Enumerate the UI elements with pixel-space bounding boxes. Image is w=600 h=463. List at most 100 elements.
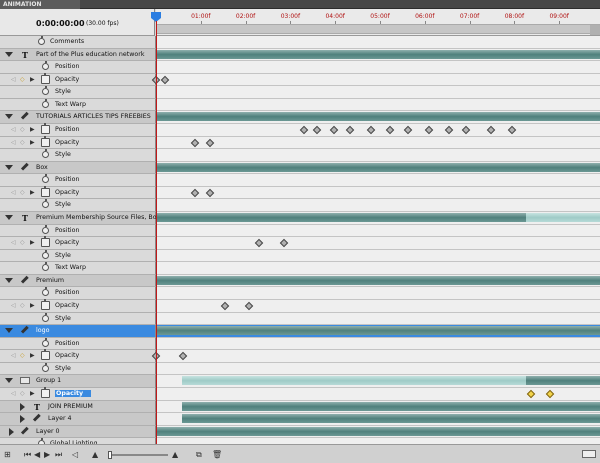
layer-duration-bar[interactable] [182, 414, 600, 424]
layer-duration-bar[interactable] [156, 162, 600, 172]
timeline-track[interactable] [156, 400, 600, 414]
keyframe[interactable] [386, 125, 395, 135]
group-duration-bar[interactable] [526, 376, 600, 386]
stopwatch-icon[interactable] [41, 122, 50, 134]
stopwatch-icon[interactable] [41, 185, 50, 197]
audio-icon[interactable]: ◁ [72, 450, 78, 459]
stopwatch-icon[interactable] [42, 224, 49, 234]
timeline-track[interactable] [156, 174, 600, 187]
keyframe[interactable] [507, 125, 517, 135]
timeline-track[interactable] [156, 199, 600, 212]
timeline-track[interactable] [156, 111, 600, 124]
property-row[interactable]: Position [0, 224, 156, 238]
stopwatch-icon[interactable] [42, 337, 49, 347]
property-row[interactable]: ◁ ◇ ▶ Opacity [0, 298, 156, 313]
layer-row[interactable]: Layer 4 [0, 413, 156, 426]
property-row[interactable]: Style [0, 149, 156, 162]
timeline-track[interactable] [156, 337, 600, 351]
collapsed-triangle-icon[interactable] [20, 402, 25, 411]
next-keyframe-icon[interactable]: ▶ [30, 139, 35, 146]
property-row[interactable]: Position [0, 61, 156, 74]
keyframe[interactable] [254, 238, 264, 248]
keyframe[interactable] [244, 301, 253, 311]
layer-row[interactable]: Box [0, 161, 156, 175]
keyframe[interactable] [462, 125, 471, 135]
property-row[interactable]: Text Warp [0, 98, 156, 112]
property-row[interactable]: ◁ ◇ ▶ Position [0, 122, 156, 137]
timeline-track[interactable] [151, 350, 600, 363]
timeline-track[interactable] [156, 312, 600, 326]
add-keyframe-icon[interactable]: ◇ [20, 139, 25, 146]
stopwatch-icon[interactable] [42, 149, 49, 159]
timeline-track[interactable] [156, 287, 600, 300]
property-row[interactable]: ◁ ◇ ▶ Opacity [0, 72, 156, 87]
timeline-track[interactable] [156, 86, 600, 99]
layer-duration-bar[interactable] [526, 212, 600, 222]
stopwatch-icon[interactable] [41, 386, 50, 398]
keyframe[interactable] [313, 125, 322, 135]
property-row[interactable]: Text Warp [0, 262, 156, 275]
stopwatch-icon[interactable] [42, 199, 49, 209]
timeline-track[interactable] [156, 387, 600, 401]
stopwatch-icon[interactable] [41, 349, 50, 361]
collapsed-triangle-icon[interactable] [9, 427, 14, 436]
add-keyframe-icon[interactable]: ◇ [20, 239, 25, 246]
timeline-track[interactable] [156, 299, 600, 313]
keyframe[interactable] [178, 352, 188, 361]
previous-keyframe-icon[interactable]: ◁ [11, 126, 16, 133]
keyframe[interactable] [205, 138, 214, 147]
previous-keyframe-icon[interactable]: ◁ [11, 239, 16, 246]
next-keyframe-icon[interactable]: ▶ [30, 76, 35, 83]
zoom-slider-knob[interactable] [108, 451, 112, 459]
add-keyframe-icon[interactable]: ◇ [20, 390, 25, 397]
timeline-track[interactable] [156, 325, 600, 338]
stopwatch-icon[interactable] [41, 298, 50, 310]
timeline-track[interactable] [156, 413, 600, 426]
property-row[interactable]: Position [0, 174, 156, 187]
property-row[interactable]: ◁ ◇ ▶ Opacity [0, 135, 156, 150]
property-row[interactable]: Style [0, 362, 156, 376]
keyframe[interactable] [444, 125, 453, 135]
tab-animation-timeline[interactable]: ANIMATION (TIMELINE) [0, 0, 80, 17]
next-keyframe-icon[interactable]: ▶ [30, 189, 35, 196]
previous-keyframe-icon[interactable]: ◁ [11, 76, 16, 83]
layer-row[interactable]: T JOIN PREMIUM [0, 400, 156, 414]
timeline-track[interactable] [156, 274, 600, 288]
first-frame-icon[interactable]: ⏮ [24, 450, 31, 460]
timeline-track[interactable] [156, 224, 600, 238]
timeline-track[interactable] [156, 149, 600, 162]
timeline-track[interactable] [156, 262, 600, 275]
stopwatch-icon[interactable] [41, 236, 50, 248]
keyframe[interactable] [486, 125, 495, 135]
layer-duration-bar[interactable] [182, 401, 600, 411]
keyframe[interactable] [191, 138, 200, 147]
expand-triangle-icon[interactable] [5, 164, 13, 170]
stopwatch-icon[interactable] [42, 362, 49, 372]
collapsed-triangle-icon[interactable] [20, 415, 25, 424]
add-keyframe-icon[interactable]: ◇ [20, 302, 25, 309]
expand-triangle-icon[interactable] [5, 114, 13, 120]
stopwatch-icon[interactable] [42, 174, 49, 184]
keyframe[interactable] [425, 125, 434, 135]
expand-triangle-icon[interactable] [5, 51, 13, 57]
layer-row[interactable]: logo [0, 325, 156, 338]
layer-duration-bar[interactable] [156, 112, 600, 122]
keyframe[interactable] [526, 389, 536, 399]
keyframe[interactable] [366, 125, 376, 135]
add-keyframe-icon[interactable]: ◇ [20, 126, 25, 133]
property-row[interactable]: ◁ ◇ ▶ Opacity [0, 349, 156, 363]
previous-keyframe-icon[interactable]: ◁ [11, 139, 16, 146]
keyframe[interactable] [299, 125, 309, 135]
next-frame-icon[interactable]: ⏭ [55, 450, 62, 460]
timeline-track[interactable] [156, 61, 600, 74]
timeline-track[interactable] [156, 161, 600, 175]
expand-triangle-icon[interactable] [5, 328, 13, 334]
layer-duration-bar[interactable] [156, 326, 600, 336]
zoom-in-icon[interactable]: ▲ [172, 450, 178, 459]
property-row[interactable]: Style [0, 199, 156, 212]
timeline-track[interactable] [156, 237, 600, 250]
layer-row[interactable]: Premium [0, 274, 156, 288]
keyframe[interactable] [279, 238, 288, 248]
property-row[interactable]: Position [0, 337, 156, 351]
onion-skin-icon[interactable]: ⧉ [196, 450, 202, 460]
